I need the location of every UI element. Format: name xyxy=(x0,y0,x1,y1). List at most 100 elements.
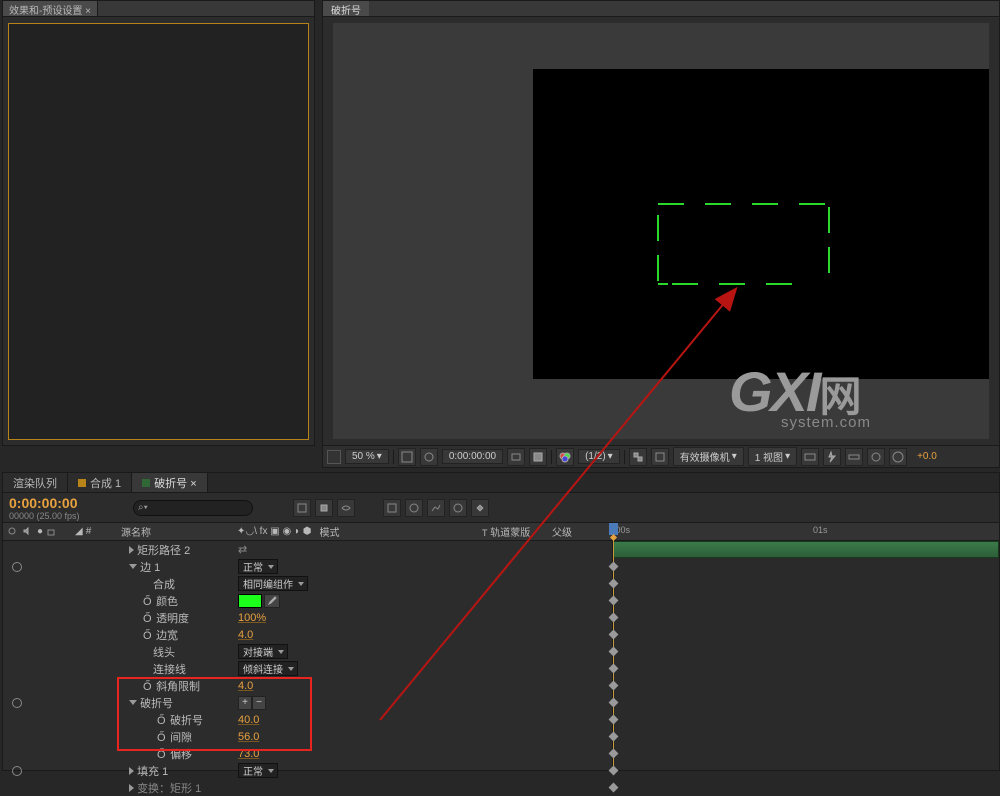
row-composite[interactable]: 合成 相同编组作 xyxy=(3,575,612,592)
switches-header: ✦◡\ fx ▣ ◉ ◗ ⬢ 模式 xyxy=(233,524,482,539)
source-name-header[interactable]: 源名称 xyxy=(117,524,233,539)
current-time[interactable]: 0:00:00:00 00000 (25.00 fps) xyxy=(3,493,133,522)
line-join-dropdown[interactable]: 倾斜连接 xyxy=(238,661,298,676)
row-gap[interactable]: Ő 间隙 56.0 xyxy=(3,728,612,745)
composition-preview-panel: 破折号 GXI网 system.com 50 %▾ 0:00:00:00 (1/… xyxy=(322,0,1000,468)
property-rows: 矩形路径 2 ⇄ 边 1 正常 合成 相同编组作 xyxy=(3,541,612,796)
current-time-display[interactable]: 0:00:00:00 xyxy=(442,449,503,464)
pixel-aspect-button[interactable] xyxy=(801,448,819,466)
tab-dashes[interactable]: 破折号 × xyxy=(132,473,207,492)
row-line-join[interactable]: 连接线 倾斜连接 xyxy=(3,660,612,677)
brainstorm-button[interactable] xyxy=(449,499,467,517)
project-panel: 效果和-预设设置 × xyxy=(2,0,315,446)
remove-dash-button[interactable]: − xyxy=(252,696,266,710)
time-ruler[interactable]: :00s 01s 02s xyxy=(613,523,999,541)
timeline-button[interactable] xyxy=(845,448,863,466)
visibility-toggle[interactable] xyxy=(12,698,22,708)
timeline-columns-header: ● ◢ # 源名称 ✦◡\ fx ▣ ◉ ◗ ⬢ 模式 T 轨道蒙版 父级 xyxy=(3,523,612,541)
miter-value[interactable]: 4.0 xyxy=(238,680,253,692)
search-input[interactable] xyxy=(133,500,253,516)
parent-header: 父级 xyxy=(552,524,612,539)
opacity-value[interactable]: 100% xyxy=(238,612,266,624)
offset-value[interactable]: 73.0 xyxy=(238,748,259,760)
camera-dropdown[interactable]: 有效摄像机 ▾ xyxy=(673,447,744,466)
draft-3d-button[interactable] xyxy=(315,499,333,517)
timeline-panel: 渲染队列 合成 1 破折号 × 0:00:00:00 00000 (25.00 … xyxy=(2,472,1000,771)
tab-comp-1[interactable]: 合成 1 xyxy=(68,473,132,492)
comp-mini-flowchart-button[interactable] xyxy=(293,499,311,517)
aspect-icon xyxy=(804,451,816,463)
project-tab[interactable]: 效果和-预设设置 × xyxy=(3,1,98,16)
stopwatch-icon[interactable]: Ő xyxy=(143,613,153,623)
stopwatch-icon[interactable]: Ő xyxy=(157,732,167,742)
hide-shy-button[interactable] xyxy=(337,499,355,517)
row-color[interactable]: Ő 颜色 xyxy=(3,592,612,609)
cube-icon xyxy=(654,451,666,463)
stroke-width-value[interactable]: 4.0 xyxy=(238,629,253,641)
flowchart-icon xyxy=(870,451,882,463)
zoom-dropdown[interactable]: 50 %▾ xyxy=(345,449,389,464)
frame-blend-button[interactable] xyxy=(383,499,401,517)
mask-button[interactable] xyxy=(420,448,438,466)
row-opacity[interactable]: Ő 透明度 100% xyxy=(3,609,612,626)
resolution-dropdown[interactable]: (1/2) ▾ xyxy=(578,449,620,464)
transparency-grid-button[interactable] xyxy=(629,448,647,466)
gap-value[interactable]: 56.0 xyxy=(238,731,259,743)
line-cap-dropdown[interactable]: 对接端 xyxy=(238,644,288,659)
show-channel-button[interactable] xyxy=(529,448,547,466)
lock-icon xyxy=(46,526,58,538)
stopwatch-icon[interactable]: Ő xyxy=(157,715,167,725)
layer-duration-bar[interactable] xyxy=(613,541,999,558)
preview-tab-strip: 破折号 xyxy=(323,1,999,17)
av-column-header: ● ◢ # xyxy=(3,526,117,538)
timeline-right-pane[interactable]: :00s 01s 02s xyxy=(613,523,999,770)
mask-icon xyxy=(423,451,435,463)
flow-icon xyxy=(296,502,308,514)
dashed-rectangle-shape[interactable] xyxy=(658,203,834,283)
composition-canvas[interactable] xyxy=(533,69,989,379)
timeline-left-pane: ● ◢ # 源名称 ✦◡\ fx ▣ ◉ ◗ ⬢ 模式 T 轨道蒙版 父级 矩形… xyxy=(3,523,613,770)
stopwatch-icon[interactable]: Ő xyxy=(143,630,153,640)
composite-dropdown[interactable]: 相同编组作 xyxy=(238,576,308,591)
brain-icon xyxy=(452,502,464,514)
row-dashes-group[interactable]: 破折号 + − xyxy=(3,694,612,711)
stopwatch-icon[interactable]: Ő xyxy=(143,681,153,691)
snapshot-button[interactable] xyxy=(507,448,525,466)
blend-mode-dropdown[interactable]: 正常 xyxy=(238,559,278,574)
region-of-interest-button[interactable] xyxy=(327,450,341,464)
tab-render-queue[interactable]: 渲染队列 xyxy=(3,473,68,492)
row-miter-limit[interactable]: Ő 斜角限制 4.0 xyxy=(3,677,612,694)
add-dash-button[interactable]: + xyxy=(238,696,252,710)
graph-editor-button[interactable] xyxy=(427,499,445,517)
dash-value[interactable]: 40.0 xyxy=(238,714,259,726)
fast-preview-button[interactable] xyxy=(823,448,841,466)
preview-tab[interactable]: 破折号 xyxy=(323,1,369,16)
color-management-button[interactable] xyxy=(556,448,574,466)
visibility-toggle[interactable] xyxy=(12,562,22,572)
row-line-cap[interactable]: 线头 对接端 xyxy=(3,643,612,660)
views-dropdown[interactable]: 1 视图 ▾ xyxy=(748,447,797,466)
color-swatch[interactable] xyxy=(238,594,262,608)
motion-blur-button[interactable] xyxy=(405,499,423,517)
comp-flowchart-button[interactable] xyxy=(867,448,885,466)
timeline-tab-strip: 渲染队列 合成 1 破折号 × xyxy=(3,473,999,493)
exposure-value[interactable]: +0.0 xyxy=(911,450,943,463)
transparency-icon xyxy=(632,451,644,463)
lightning-icon xyxy=(826,451,838,463)
3d-view-button[interactable] xyxy=(651,448,669,466)
row-dash[interactable]: Ő 破折号 40.0 xyxy=(3,711,612,728)
row-shape-path[interactable]: 矩形路径 2 ⇄ xyxy=(3,541,612,558)
grid-button[interactable] xyxy=(398,448,416,466)
row-transform[interactable]: 变换：矩形 1 xyxy=(3,779,612,796)
eyedropper-button[interactable] xyxy=(264,594,280,608)
viewer-area[interactable] xyxy=(333,23,989,439)
auto-keyframe-button[interactable] xyxy=(471,499,489,517)
stopwatch-icon[interactable]: Ő xyxy=(157,749,167,759)
row-offset[interactable]: Ő 偏移 73.0 xyxy=(3,745,612,762)
project-panel-inner xyxy=(8,23,309,440)
stopwatch-icon[interactable]: Ő xyxy=(143,596,153,606)
aperture-icon xyxy=(892,451,904,463)
reset-exposure-button[interactable] xyxy=(889,448,907,466)
row-stroke-width[interactable]: Ő 边宽 4.0 xyxy=(3,626,612,643)
row-stroke[interactable]: 边 1 正常 xyxy=(3,558,612,575)
